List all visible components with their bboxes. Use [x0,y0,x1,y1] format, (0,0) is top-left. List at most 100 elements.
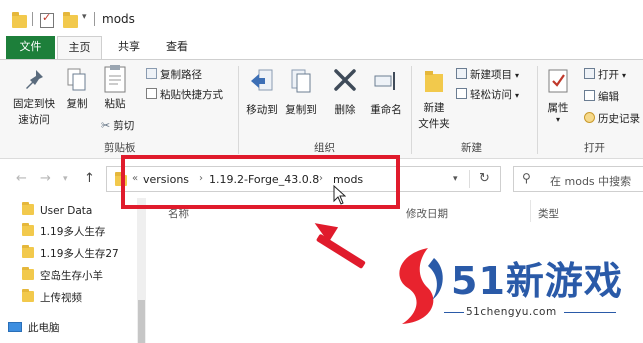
ribbon: 固定到快 速访问 复制 粘贴 复制路径 粘贴快捷方式 ✂剪切 剪贴板 移动到 [0,59,643,159]
delete-x-icon [334,69,356,91]
pin-icon [26,70,43,89]
copy-to-icon [291,69,311,93]
history-icon [584,112,595,123]
cut-button[interactable]: ✂ 剪切 [101,117,134,135]
group-divider [537,66,538,154]
paste-shortcut-icon [146,88,157,99]
properties-label: 属性 [547,102,569,114]
divider [564,312,616,313]
cut-label: 剪切 [113,120,135,132]
folder-icon [22,223,34,236]
watermark-logo: 51新游戏 51chengyu.com [366,224,643,343]
easy-access-label: 轻松访问 [470,89,512,101]
refresh-icon[interactable]: ↻ [479,171,490,186]
divider [530,200,531,222]
tab-share[interactable]: 共享 [110,36,148,60]
paste-shortcut-label: 粘贴快捷方式 [160,89,223,101]
scissors-icon: ✂ [101,119,111,132]
this-pc-label: 此电脑 [28,322,60,334]
column-header-date[interactable]: 修改日期 [406,206,448,221]
nav-item-folder[interactable]: 空岛生存小羊 [22,266,103,286]
new-folder-button[interactable]: 新建 文件夹 [414,68,454,132]
copy-to-button[interactable]: 复制到 [283,68,319,118]
properties-quick-icon[interactable] [40,11,54,28]
recent-locations-icon[interactable]: ▾ [63,174,68,184]
search-icon: ⚲ [522,171,531,185]
pin-quick-access-button[interactable]: 固定到快 速访问 [6,68,62,128]
copy-label: 复制 [66,98,88,110]
highlight-box [121,155,400,209]
properties-button[interactable]: 属性 ▾ [541,68,575,124]
new-item-button[interactable]: 新建项目 ▾ [456,66,519,84]
copy-to-label: 复制到 [285,104,317,116]
search-input[interactable]: 在 mods 中搜索 [550,173,631,189]
tab-file[interactable]: 文件 [6,36,55,60]
divider [444,312,464,313]
pin-label-2: 速访问 [18,114,50,126]
tab-home[interactable]: 主页 [57,36,102,60]
group-divider [411,66,412,154]
open-label: 打开 [598,69,619,81]
divider [94,12,95,26]
nav-item-this-pc[interactable]: 此电脑 [8,318,60,338]
pin-label: 固定到快 [13,98,55,110]
back-arrow-icon[interactable]: ← [16,171,27,186]
delete-label: 删除 [334,104,356,116]
column-header-type[interactable]: 类型 [538,206,559,221]
move-to-button[interactable]: 移动到 [244,68,280,118]
organize-group-label: 组织 [314,142,335,154]
chevron-down-icon: ▾ [515,91,520,100]
paste-button[interactable]: 粘贴 [97,64,133,112]
search-box[interactable]: ⚲ 在 mods 中搜索 [513,166,643,192]
address-dropdown-icon[interactable]: ▾ [453,174,458,184]
nav-scrollbar-thumb[interactable] [138,300,145,343]
edit-label: 编辑 [598,91,619,103]
new-folder-label-2: 文件夹 [418,118,450,130]
properties-icon [548,69,568,93]
window-title: mods [102,12,135,26]
customize-toolbar-icon[interactable]: ▾ [82,12,87,22]
move-to-label: 移动到 [246,104,278,116]
logo-mark-icon [399,248,443,324]
nav-item-label: 1.19多人生存 [40,226,106,238]
tab-view[interactable]: 查看 [158,36,196,60]
new-item-icon [456,68,467,79]
folder-icon [22,289,34,302]
new-item-label: 新建项目 [470,69,512,81]
delete-button[interactable]: 删除 [330,68,360,118]
nav-item-label: 上传视频 [40,292,82,304]
rename-button[interactable]: 重命名 [366,68,406,118]
logo-url: 51chengyu.com [466,306,557,318]
edit-button[interactable]: 编辑 [584,88,619,106]
new-folder-label: 新建 [423,102,445,114]
forward-arrow-icon[interactable]: → [40,171,51,186]
nav-item-folder[interactable]: 上传视频 [22,288,82,308]
open-icon [584,68,595,79]
up-arrow-icon[interactable]: ↑ [84,171,95,186]
chevron-down-icon: ▾ [622,71,627,80]
paste-shortcut-button[interactable]: 粘贴快捷方式 [146,86,223,104]
open-button[interactable]: 打开 ▾ [584,66,626,84]
folder-icon [22,202,34,215]
nav-item-folder[interactable]: 1.19多人生存27 [22,244,119,264]
nav-item-folder[interactable]: User Data [22,201,92,221]
edit-icon [584,90,595,101]
arrow-head-icon [309,215,339,243]
rename-label: 重命名 [370,104,402,116]
history-label: 历史记录 [598,113,640,125]
new-folder-quick-icon[interactable] [63,12,78,28]
easy-access-icon [456,88,467,99]
folder-icon [22,245,34,258]
copy-path-button[interactable]: 复制路径 [146,66,202,84]
rename-icon [374,72,395,90]
chevron-down-icon: ▾ [515,71,520,80]
divider [469,170,470,188]
nav-item-label: User Data [40,205,93,217]
group-divider [238,66,239,154]
history-button[interactable]: 历史记录 [584,110,640,128]
navigation-pane: User Data 1.19多人生存 1.19多人生存27 空岛生存小羊 上传视… [0,198,148,343]
easy-access-button[interactable]: 轻松访问 ▾ [456,86,519,104]
new-group-label: 新建 [461,142,482,154]
nav-item-folder[interactable]: 1.19多人生存 [22,222,105,242]
copy-button[interactable]: 复制 [62,68,92,112]
